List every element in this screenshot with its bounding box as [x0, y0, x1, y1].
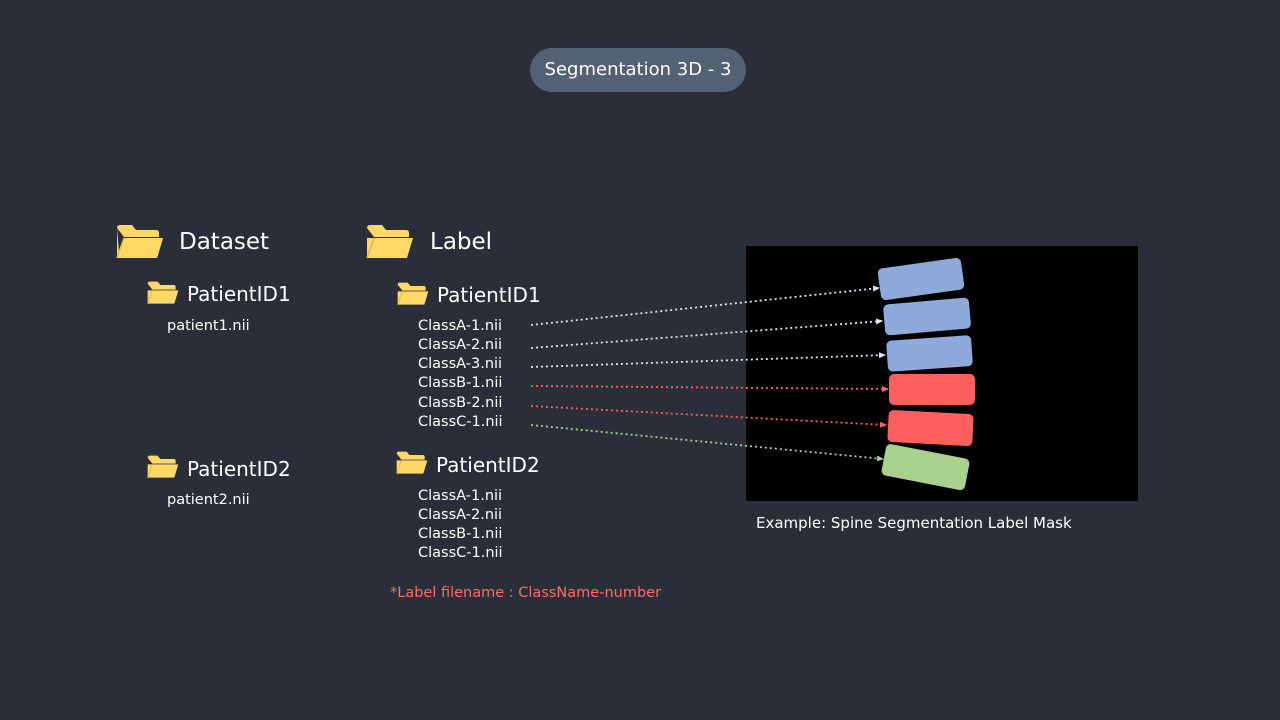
connector-class-b-1 — [530, 385, 889, 392]
connector-class-b-2 — [530, 405, 887, 428]
vertebra-class-a-1 — [877, 257, 965, 301]
connector-class-c-1 — [530, 424, 884, 462]
vertebra-class-c-1 — [881, 444, 970, 491]
vertebra-class-b-1 — [889, 374, 975, 405]
mask-caption: Example: Spine Segmentation Label Mask — [756, 514, 1072, 532]
connector-class-a-3 — [530, 352, 886, 368]
vertebra-class-a-3 — [886, 335, 973, 372]
vertebrae-diagram — [530, 257, 975, 491]
vertebra-class-b-2 — [887, 410, 974, 446]
vertebra-class-a-2 — [883, 297, 971, 336]
connector-class-a-2 — [530, 318, 883, 349]
connector-class-a-1 — [530, 285, 880, 326]
